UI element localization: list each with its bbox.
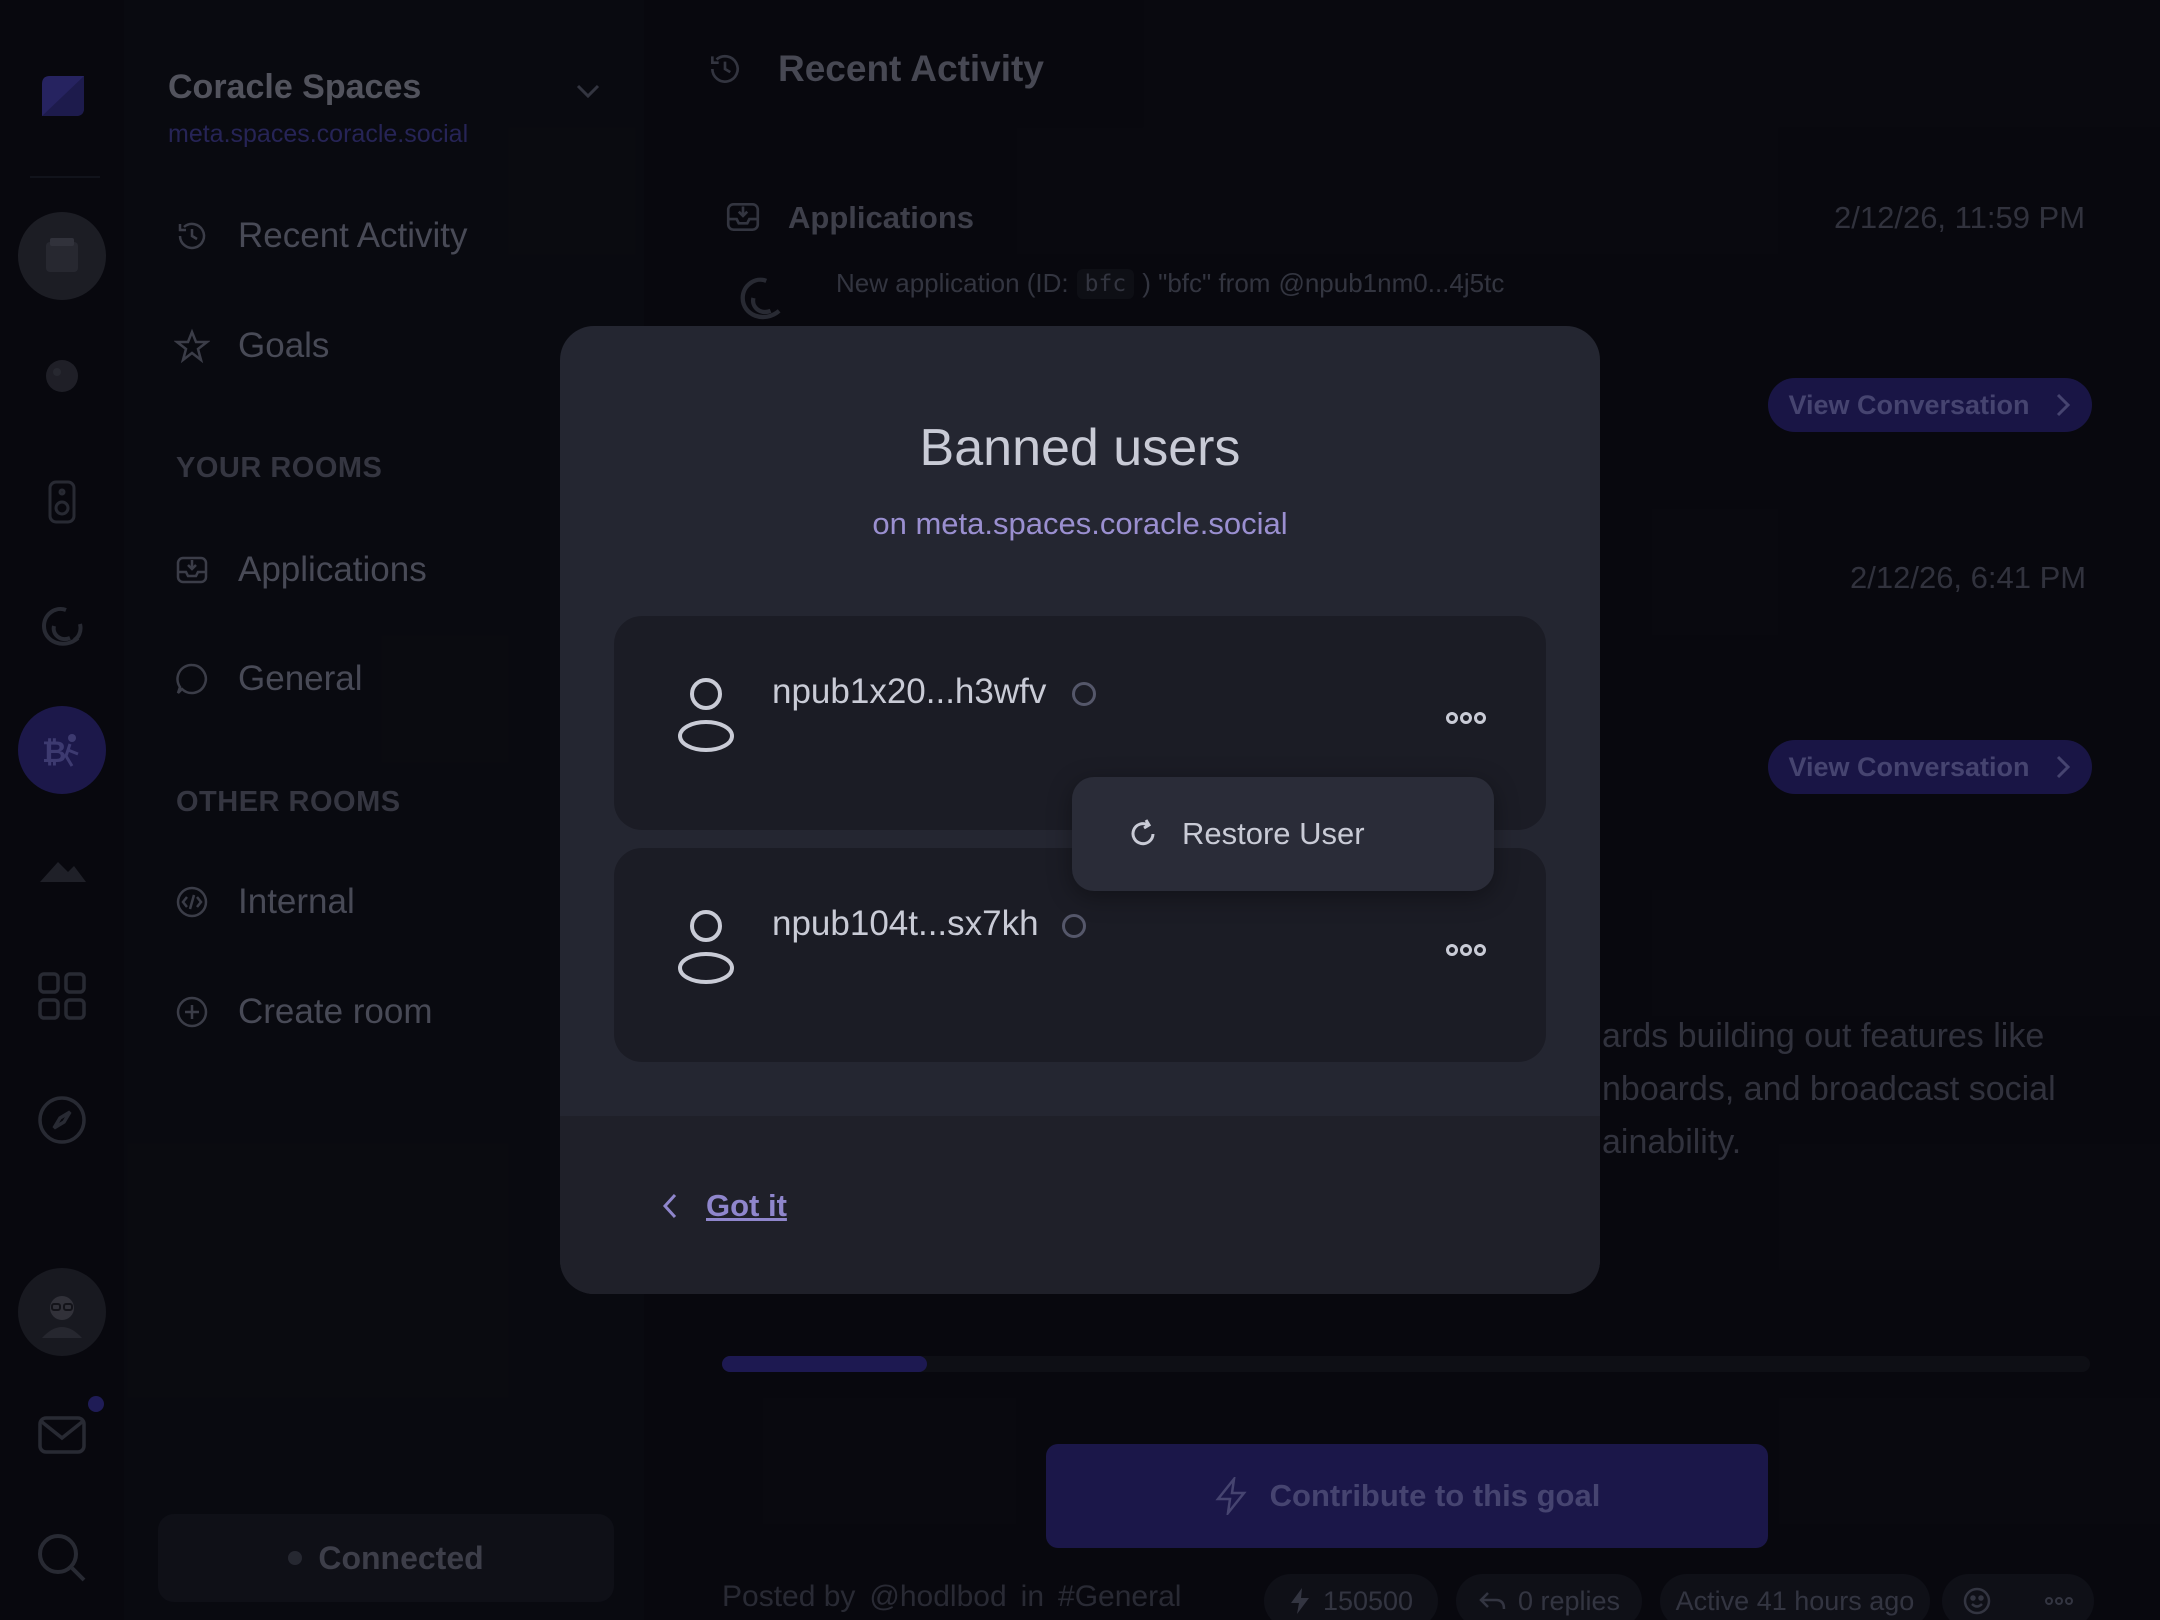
banned-users-dialog: Banned users on meta.spaces.coracle.soci… [560, 326, 1600, 1294]
user-icon [678, 910, 734, 984]
subtitle-url: meta.spaces.coracle.social [915, 506, 1288, 541]
status-indicator [1062, 914, 1086, 938]
status-indicator [1072, 682, 1096, 706]
user-icon [678, 678, 734, 752]
got-it-button[interactable]: Got it [660, 1188, 787, 1224]
subtitle-prefix: on [872, 506, 916, 541]
got-it-label: Got it [706, 1188, 787, 1223]
more-options-icon[interactable] [1444, 940, 1488, 960]
restore-user-menu-item[interactable]: Restore User [1072, 777, 1494, 891]
user-name: npub104t...sx7kh [772, 904, 1039, 943]
dialog-subtitle: on meta.spaces.coracle.social [560, 506, 1600, 542]
refresh-icon [1131, 819, 1155, 846]
chevron-left-icon [662, 1193, 677, 1219]
dialog-title: Banned users [919, 419, 1241, 477]
restore-user-label: Restore User [1182, 816, 1365, 851]
more-options-icon[interactable] [1444, 708, 1488, 728]
user-name: npub1x20...h3wfv [772, 672, 1047, 711]
